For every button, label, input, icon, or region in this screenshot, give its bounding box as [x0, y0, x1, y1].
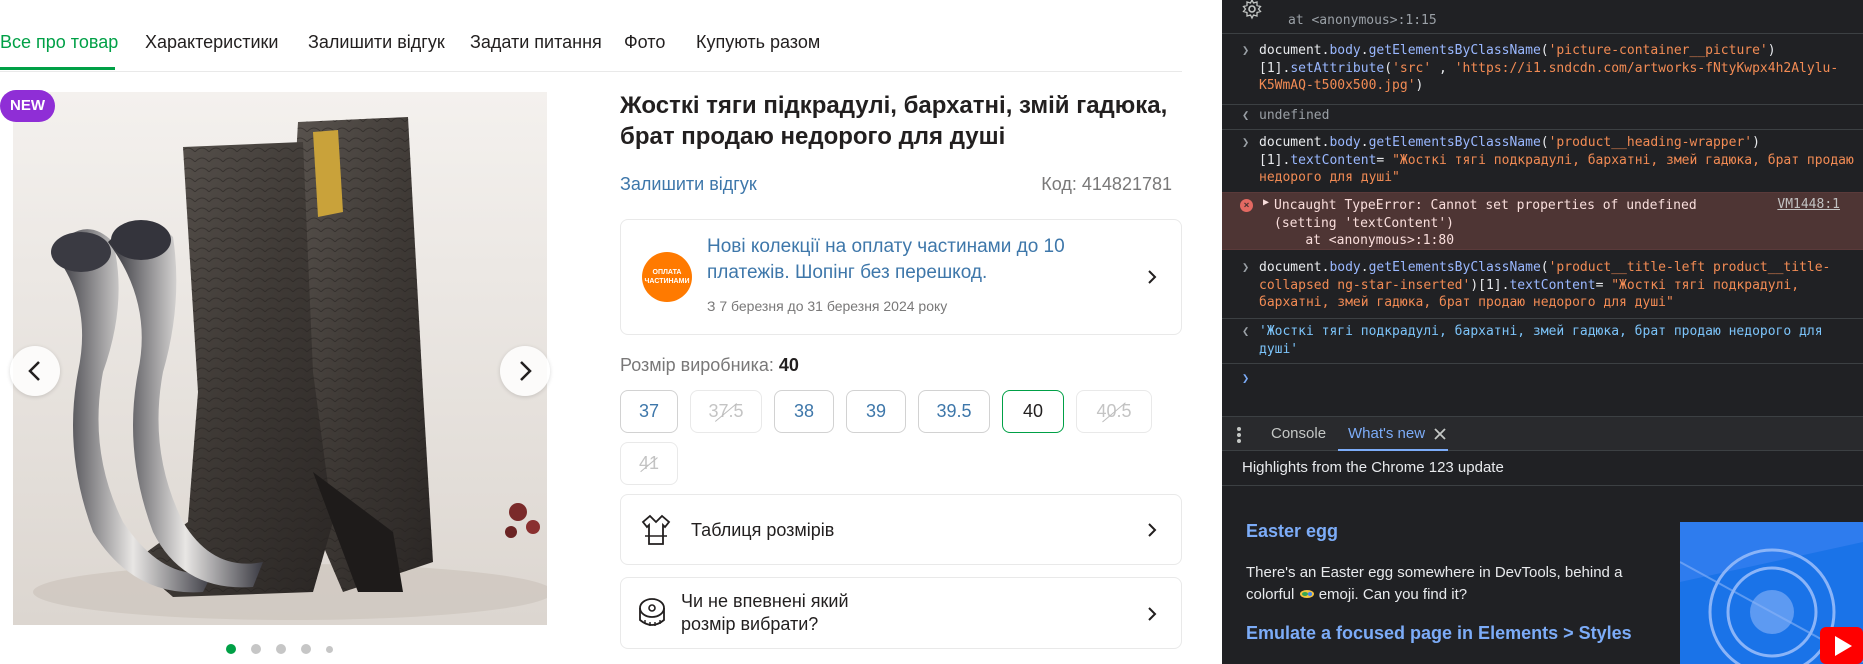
review-row: Залишити відгук Код: 414821781 [620, 174, 1182, 198]
chevron-right-icon [1148, 607, 1157, 621]
size-option-37-5[interactable]: 37.5 [690, 390, 762, 433]
product-code: Код: 414821781 [1041, 174, 1172, 194]
product-title: Жосткі тяги підкрадулі, бархатні, змій г… [620, 92, 1168, 150]
gallery-next-button[interactable] [500, 346, 550, 396]
gallery-dot[interactable] [251, 644, 261, 654]
installment-logo: ОПЛАТА ЧАСТИНАМИ [642, 252, 692, 302]
expand-triangle-icon[interactable]: ▶ [1263, 197, 1269, 208]
chevron-left-icon [28, 361, 40, 381]
size-option-38[interactable]: 38 [774, 390, 834, 433]
easter-egg-title[interactable]: Easter egg [1246, 521, 1338, 542]
devtools-panel: at <anonymous>:1:15 ❯ document.body.getE… [1222, 0, 1863, 664]
tab-leave-review[interactable]: Залишити відгук [308, 32, 445, 53]
tab-bought-together[interactable]: Купують разом [696, 32, 820, 53]
installment-promo-card[interactable]: ОПЛАТА ЧАСТИНАМИ Нові колекції на оплату… [620, 219, 1182, 335]
product-info: Жосткі тяги підкрадулі, бархатні, змій г… [620, 90, 1182, 649]
easter-egg-line1: There's an Easter egg somewhere in DevTo… [1246, 564, 1623, 581]
size-option-40-5[interactable]: 40.5 [1076, 390, 1152, 433]
console-separator [1222, 318, 1863, 319]
active-tab-underline [0, 67, 115, 70]
console-command-1: ❯ document.body.getElementsByClassName('… [1222, 42, 1863, 96]
promo-dates: З 7 березня до 31 березня 2024 року [707, 298, 948, 314]
console-separator [1222, 363, 1863, 364]
size-help-card[interactable]: Чи не впевнені який розмір вибрати? [620, 577, 1182, 649]
gallery-dot[interactable] [301, 644, 311, 654]
console-command-3: ❯ document.body.getElementsByClassName('… [1222, 259, 1863, 313]
input-prompt-icon: ❯ [1242, 260, 1250, 274]
gallery-dot[interactable] [326, 645, 333, 653]
drawer-tab-whats-new[interactable]: What's new [1348, 425, 1425, 442]
video-thumbnail[interactable] [1680, 522, 1863, 664]
size-label-text: Розмір виробника: [620, 355, 774, 375]
console-output-1: ❮ undefined [1222, 107, 1863, 125]
chevron-right-icon [1148, 270, 1157, 284]
output-1-text: undefined [1259, 108, 1330, 123]
console-output-3: ❮ 'Жосткі тягі подкрадулі, бархатні, зме… [1222, 323, 1863, 359]
product-page: Все про товар Характеристики Залишити ві… [0, 0, 1222, 664]
size-help-line1: Чи не впевнені який [681, 591, 849, 611]
console-truncated-line: at <anonymous>:1:15 [1222, 12, 1863, 30]
gallery-prev-button[interactable] [10, 346, 60, 396]
new-badge: NEW [0, 90, 55, 122]
console-prompt[interactable]: ❯ [1222, 370, 1863, 388]
chevron-right-icon [1148, 523, 1157, 537]
size-help-line2: розмір вибрати? [681, 614, 819, 634]
size-table-card[interactable]: Таблиця розмірів [620, 494, 1182, 565]
tab-characteristics[interactable]: Характеристики [145, 32, 278, 53]
size-table-icon [641, 514, 671, 545]
input-prompt-icon: ❯ [1242, 135, 1250, 149]
whats-new-header: Highlights from the Chrome 123 update [1242, 459, 1504, 476]
drawer-tabbar: Console What's new [1222, 416, 1863, 451]
output-return-icon: ❮ [1242, 324, 1250, 338]
command-2-text: document.body.getElementsByClassName('pr… [1259, 135, 1862, 185]
console-separator [1222, 129, 1863, 130]
promo-text[interactable]: Нові колекції на оплату частинами до 10 … [707, 234, 1127, 286]
console-separator [1222, 33, 1863, 34]
tab-photo[interactable]: Фото [624, 32, 665, 53]
gallery-dot[interactable] [226, 644, 236, 654]
gallery-pagination [226, 644, 333, 654]
kebab-menu-icon[interactable] [1236, 426, 1242, 444]
drawer-tab-console[interactable]: Console [1271, 425, 1326, 442]
console-separator [1222, 104, 1863, 105]
console-error: × ▶ Uncaught TypeError: Cannot set prope… [1222, 192, 1863, 250]
console-output[interactable]: at <anonymous>:1:15 ❯ document.body.getE… [1222, 0, 1863, 416]
output-return-icon: ❮ [1242, 108, 1250, 122]
size-option-40[interactable]: 40 [1002, 390, 1064, 433]
product-photo[interactable] [13, 92, 547, 625]
error-icon: × [1240, 199, 1253, 212]
tab-all-about-product[interactable]: Все про товар [0, 32, 118, 53]
chevron-right-icon [520, 361, 532, 381]
product-gallery: NEW [0, 90, 560, 664]
emulate-focused-title[interactable]: Emulate a focused page in Elements > Sty… [1246, 623, 1632, 644]
command-3-text: document.body.getElementsByClassName('pr… [1259, 260, 1831, 310]
size-option-37[interactable]: 37 [620, 390, 678, 433]
product-tabs: Все про товар Характеристики Залишити ві… [0, 0, 1182, 72]
truncated-trace: at <anonymous>:1:15 [1288, 13, 1437, 28]
size-option-39[interactable]: 39 [846, 390, 906, 433]
size-label: Розмір виробника: 40 [620, 355, 799, 376]
easter-egg-line2a: colorful [1246, 586, 1295, 603]
size-option-41[interactable]: 41 [620, 442, 678, 485]
command-1-text: document.body.getElementsByClassName('pi… [1259, 43, 1839, 93]
error-message: Uncaught TypeError: Cannot set propertie… [1274, 198, 1697, 248]
easter-egg-text: There's an Easter egg somewhere in DevTo… [1246, 562, 1646, 606]
size-table-label: Таблиця розмірів [691, 520, 835, 540]
tab-ask-question[interactable]: Задати питання [470, 32, 602, 53]
size-option-39-5[interactable]: 39.5 [918, 390, 990, 433]
whats-new-separator [1222, 485, 1863, 486]
leave-review-link[interactable]: Залишити відгук [620, 174, 757, 195]
input-prompt-icon: ❯ [1242, 371, 1250, 385]
console-command-2: ❯ document.body.getElementsByClassName('… [1222, 134, 1863, 188]
gallery-dot[interactable] [276, 644, 286, 654]
measuring-tape-icon [639, 598, 665, 626]
emoji-icon [1299, 590, 1314, 598]
close-icon[interactable] [1434, 428, 1446, 440]
easter-egg-line2b: emoji. Can you find it? [1318, 586, 1468, 603]
output-3-text: 'Жосткі тягі подкрадулі, бархатні, змей … [1259, 324, 1831, 357]
input-prompt-icon: ❯ [1242, 43, 1250, 57]
error-source-link[interactable]: VM1448:1 [1777, 197, 1840, 212]
whats-new-panel: Highlights from the Chrome 123 update Ea… [1222, 451, 1863, 664]
selected-size-value: 40 [778, 355, 799, 375]
